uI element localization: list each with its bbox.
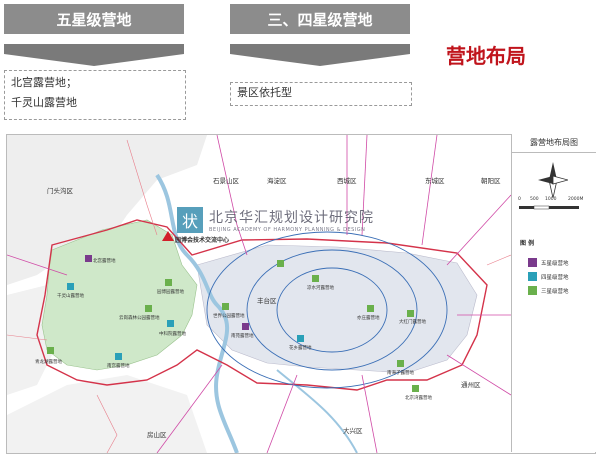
district-label: 丰台区 <box>257 297 277 305</box>
legend-label: 四星级营地 <box>541 274 569 281</box>
site-label: 亦庄露营地 <box>357 316 380 321</box>
district-label: 西城区 <box>337 177 357 185</box>
three-four-star-item: 景区依托型 <box>237 86 292 99</box>
five-star-swatch-icon <box>528 258 537 267</box>
five-star-down-arrow-icon <box>4 44 184 66</box>
legend-item: 四星级营地 <box>528 272 569 281</box>
district-label: 大兴区 <box>343 427 363 435</box>
scale-label: 1000 <box>545 197 557 202</box>
site-label: 大红门露营地 <box>399 320 426 325</box>
site-label: 南宫露营地 <box>107 364 130 369</box>
site-label: 凉水河露营地 <box>307 286 334 291</box>
watermark-en: BEIJING ACADEMY OF HARMONY PLANNING & DE… <box>209 227 366 233</box>
site-label: 云岗森林公园露营地 <box>119 316 160 321</box>
district-label: 朝阳区 <box>481 177 501 185</box>
legend-item: 五星级营地 <box>528 258 569 267</box>
legend-title: 图 例 <box>520 240 535 247</box>
district-label: 通州区 <box>461 381 481 389</box>
three-star-swatch-icon <box>528 286 537 295</box>
scale-label: 2000M <box>568 197 584 202</box>
legend-panel: 露营地布局图 0 500 1000 2000M 图 例 五星级营地 四星级营地 <box>511 134 596 452</box>
legend-panel-title: 露营地布局图 <box>512 134 596 153</box>
north-arrow-icon <box>538 162 568 198</box>
five-star-header: 五星级营地 <box>4 4 184 34</box>
site-label: 千灵山露营地 <box>57 294 84 299</box>
institute-logo-icon: 状 <box>177 207 203 233</box>
four-star-swatch-icon <box>528 272 537 281</box>
site-label: 青龙湖露营地 <box>35 360 62 365</box>
site-label: 园博园露营地 <box>157 290 184 295</box>
legend-label: 三星级营地 <box>541 288 569 295</box>
scale-label: 500 <box>530 197 539 202</box>
three-four-star-header: 三、四星级营地 <box>230 4 410 34</box>
legend-label: 五星级营地 <box>541 260 569 267</box>
scale-bar <box>519 205 579 210</box>
three-four-star-list-box: 景区依托型 <box>230 82 412 106</box>
three-four-star-down-arrow-icon <box>230 44 410 66</box>
district-label: 东城区 <box>425 177 445 185</box>
legend-item: 三星级营地 <box>528 286 569 295</box>
district-label: 门头沟区 <box>47 187 73 195</box>
site-label: 北宫露营地 <box>93 259 116 264</box>
five-star-item: 千灵山露营地 <box>11 96 77 109</box>
scale-label: 0 <box>518 197 521 202</box>
site-label: 南苑露营地 <box>231 334 254 339</box>
district-label: 海淀区 <box>267 177 287 185</box>
watermark-cn: 北京华汇规划设计研究院 <box>209 210 374 226</box>
district-label: 房山区 <box>147 431 167 439</box>
five-star-list-box: 北宫露营地； 千灵山露营地 <box>4 70 186 120</box>
camp-layout-map: 门头沟区 石景山区 海淀区 西城区 东城区 朝阳区 丰台区 房山区 大兴区 通州… <box>6 134 596 454</box>
watermark: 状 北京华汇规划设计研究院 BEIJING ACADEMY OF HARMONY… <box>177 207 374 233</box>
district-label: 石景山区 <box>213 177 239 185</box>
page-title: 营地布局 <box>446 44 526 68</box>
center-label: 园博会技术交流中心 <box>175 237 230 244</box>
site-label: 世界公园露营地 <box>213 314 245 319</box>
site-label: 花乡露营地 <box>289 346 312 351</box>
site-label: 北京湾露营地 <box>405 396 432 401</box>
site-label: 南海子露营地 <box>387 371 414 376</box>
site-label: 中科院露营地 <box>159 332 186 337</box>
five-star-item: 北宫露营地； <box>11 76 77 89</box>
